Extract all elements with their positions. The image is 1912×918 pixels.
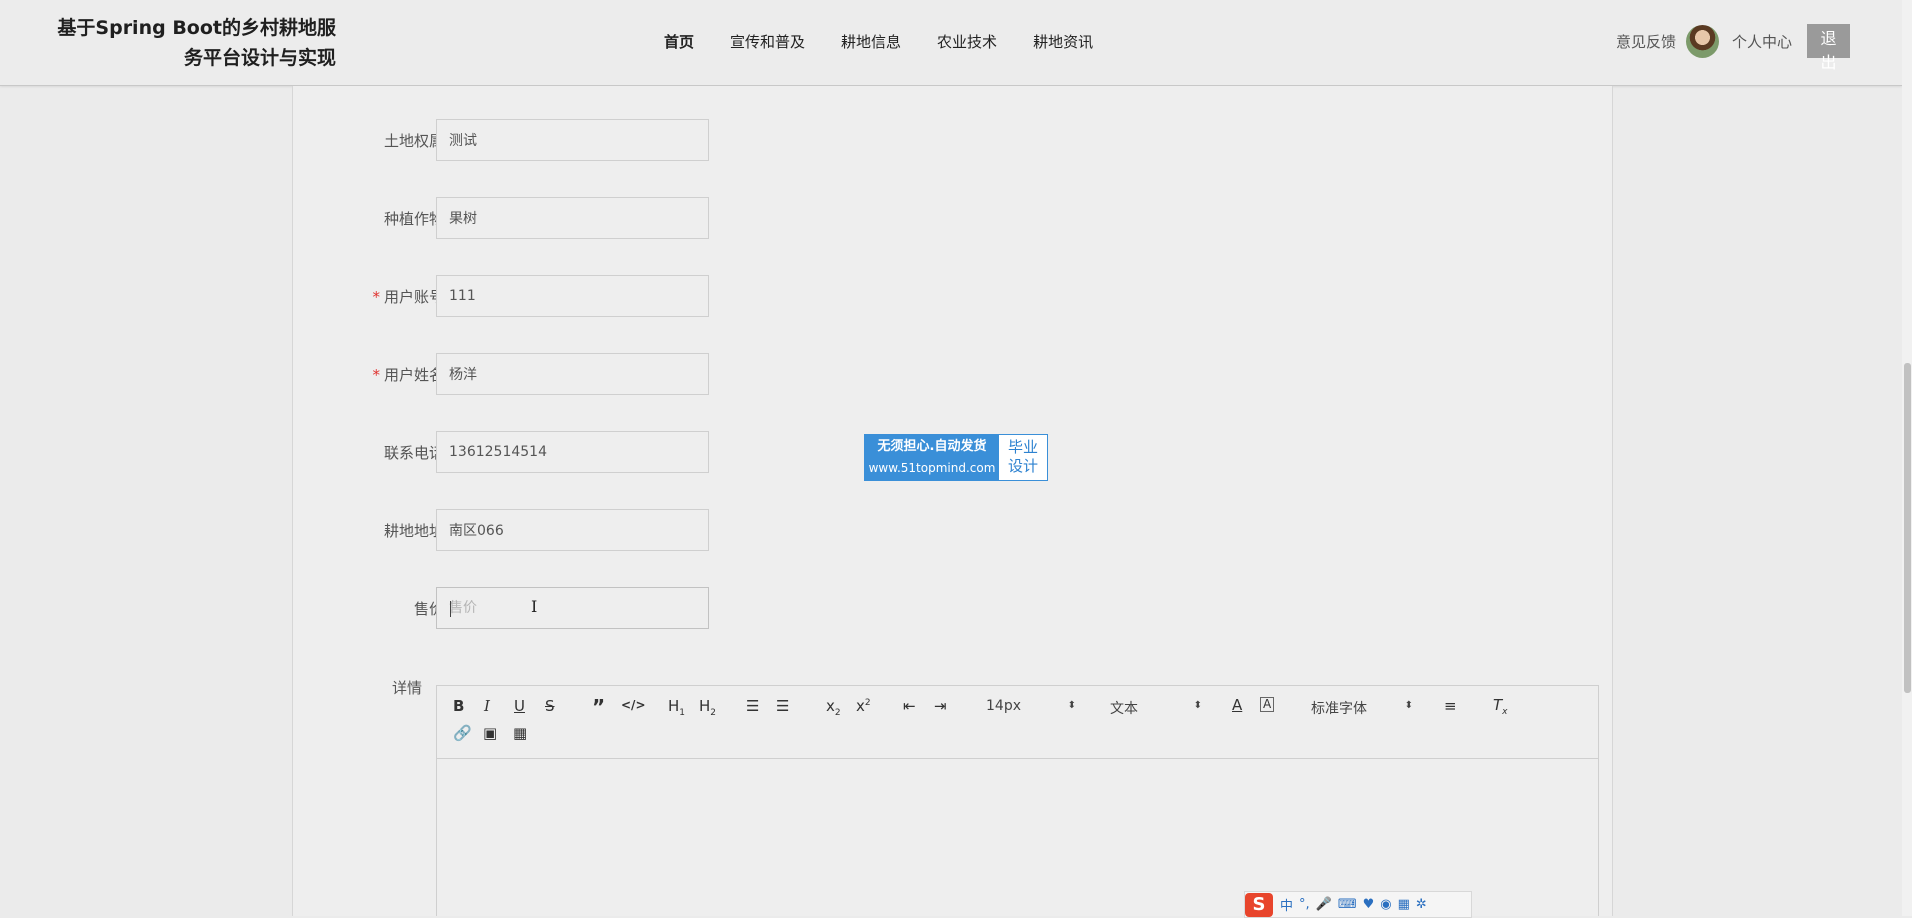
site-title-line1: 基于Spring Boot的乡村耕地服 [57,17,336,39]
microphone-icon[interactable]: 🎤 [1316,897,1332,912]
sogou-logo-icon[interactable]: S [1245,892,1273,917]
background-color-icon[interactable]: A [1260,697,1275,712]
form-row-crop: 种植作物 [293,197,1612,241]
heading1-icon[interactable]: H1 [668,697,685,718]
header-type-value: 文本 [1110,701,1138,717]
user-area: 意见反馈 个人中心 退出 [1616,24,1902,72]
site-title-line2: 务平台设计与实现 [183,47,336,69]
address-label: 耕地地址 [383,522,444,540]
editor-toolbar: B I U S ” </> H1 H2 ☰ ☰ x2 x2 ⇤ ⇥ 14px ⬍ … [437,686,1598,759]
avatar[interactable] [1685,24,1719,58]
form-row-address: 耕地地址 [293,509,1612,553]
account-label: * 用户账号 [372,275,444,319]
username-input[interactable] [436,353,709,395]
nav-promotion[interactable]: 宣传和普及 [730,31,805,52]
top-header: 基于Spring Boot的乡村耕地服 务平台设计与实现 首页 宣传和普及 耕地… [0,0,1902,86]
video-icon[interactable]: ▦ [513,724,527,742]
main-nav: 首页 宣传和普及 耕地信息 农业技术 耕地资讯 [664,31,1129,52]
form-row-price: 售价 I [293,587,1612,631]
nav-home[interactable]: 首页 [664,31,694,52]
blockquote-icon[interactable]: ” [592,695,605,719]
font-family-value: 标准字体 [1311,701,1367,717]
promo-right-line2: 设计 [1007,457,1038,475]
ibeam-cursor-icon: I [531,597,538,616]
bold-icon[interactable]: B [453,697,464,715]
username-label: * 用户姓名 [372,353,444,397]
ordered-list-icon[interactable]: ☰ [746,697,759,715]
form-row-land-ownership: 土地权属 [293,119,1612,163]
font-size-select[interactable]: 14px ⬍ [986,698,1076,714]
font-size-value: 14px [986,698,1021,714]
land-ownership-label: 土地权属 [383,132,444,150]
image-icon[interactable]: ▣ [483,724,497,742]
site-title: 基于Spring Boot的乡村耕地服 务平台设计与实现 [40,13,336,73]
username-label-text: 用户姓名 [383,366,444,384]
indent-icon[interactable]: ⇥ [934,697,947,715]
price-input[interactable] [436,587,709,629]
robot-icon[interactable]: ◉ [1380,897,1391,912]
font-color-icon[interactable]: A [1232,696,1242,714]
promo-right-line1: 毕业 [1007,438,1038,456]
promo-line2: www.51topmind.com [868,461,996,475]
select-arrows-icon: ⬍ [1067,700,1076,711]
code-block-icon[interactable]: </> [621,698,646,712]
keyboard-icon[interactable]: ⌨ [1338,897,1357,912]
logout-button[interactable]: 退出 [1807,24,1850,72]
account-input[interactable] [436,275,709,317]
italic-icon[interactable]: I [484,697,490,715]
nav-agri-tech[interactable]: 农业技术 [937,31,997,52]
promo-badge-left: 无须担心.自动发货 www.51topmind.com [865,435,999,480]
clear-format-icon[interactable]: Tx [1493,696,1508,717]
subscript-icon[interactable]: x2 [826,697,841,718]
required-mark: * [372,288,380,306]
nav-farmland-info[interactable]: 耕地信息 [841,31,901,52]
rich-text-editor: B I U S ” </> H1 H2 ☰ ☰ x2 x2 ⇤ ⇥ 14px ⬍ … [436,685,1599,916]
address-input[interactable] [436,509,709,551]
form-row-username: * 用户姓名 [293,353,1612,397]
strike-icon[interactable]: S [545,697,555,715]
underline-icon[interactable]: U [514,697,525,715]
heading2-icon[interactable]: H2 [699,697,716,718]
apps-grid-icon[interactable]: ▦ [1398,897,1410,912]
superscript-icon[interactable]: x2 [856,697,871,715]
promo-line1: 无须担心.自动发货 [877,439,987,454]
personal-center-link[interactable]: 个人中心 [1732,31,1792,52]
header-type-select[interactable]: 文本 ⬍ [1110,698,1202,718]
promo-badge[interactable]: 无须担心.自动发货 www.51topmind.com 毕业 设计 [864,434,1048,481]
detail-label: 详情 [392,679,423,697]
scrollbar-thumb[interactable] [1904,363,1911,693]
land-ownership-input[interactable] [436,119,709,161]
crop-input[interactable] [436,197,709,239]
skin-icon[interactable]: ♥ [1363,897,1375,912]
required-mark: * [372,366,380,384]
ime-mode[interactable]: 中 [1280,895,1293,914]
form-row-account: * 用户账号 [293,275,1612,319]
text-caret [450,601,451,617]
outdent-icon[interactable]: ⇤ [903,697,916,715]
settings-icon[interactable]: ✲ [1416,897,1427,912]
feedback-link[interactable]: 意见反馈 [1616,31,1676,52]
promo-badge-right: 毕业 设计 [999,435,1047,480]
link-icon[interactable]: 🔗 [453,724,472,742]
ime-toolbar: S 中 °, 🎤 ⌨ ♥ ◉ ▦ ✲ [1244,891,1472,918]
align-icon[interactable]: ≡ [1444,697,1457,715]
crop-label: 种植作物 [383,210,444,228]
account-label-text: 用户账号 [383,288,444,306]
select-arrows-icon: ⬍ [1404,700,1413,711]
nav-farmland-news[interactable]: 耕地资讯 [1033,31,1093,52]
punctuation-icon[interactable]: °, [1299,897,1310,912]
select-arrows-icon: ⬍ [1193,700,1202,711]
bullet-list-icon[interactable]: ☰ [776,697,789,715]
phone-input[interactable] [436,431,709,473]
phone-label: 联系电话 [383,444,444,462]
vertical-scrollbar[interactable] [1902,0,1912,916]
font-family-select[interactable]: 标准字体 ⬍ [1311,698,1413,718]
